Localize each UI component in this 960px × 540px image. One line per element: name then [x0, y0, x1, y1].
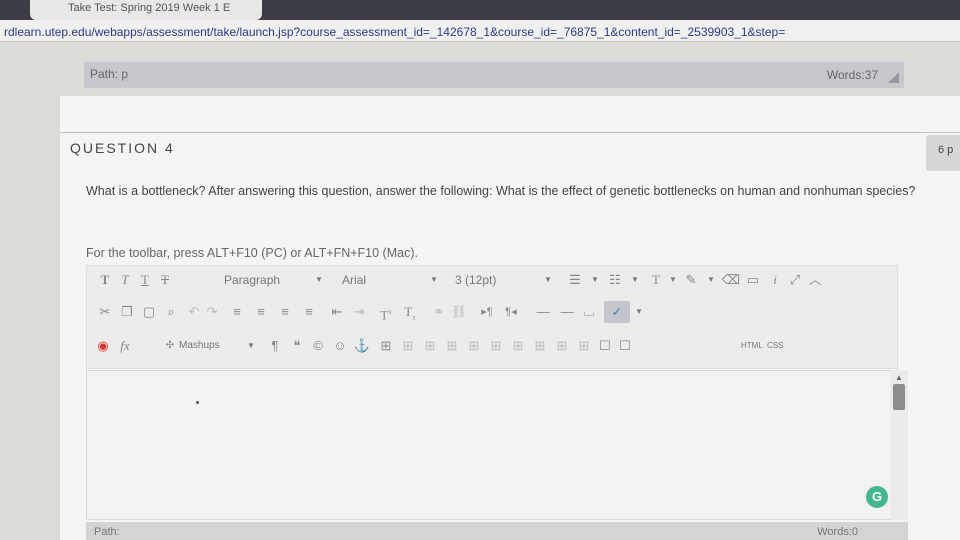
editor-toolbar: T T T T Paragraph ▼ Arial ▼ 3 (12pt) ▼ ☰…	[86, 265, 898, 369]
subscript-icon[interactable]: Tx	[399, 301, 421, 323]
nonbreaking-space-icon[interactable]: ⌴	[579, 301, 599, 323]
chevron-down-icon[interactable]: ▼	[544, 269, 552, 291]
indent-icon[interactable]: ⇥	[349, 301, 369, 323]
box-icon[interactable]: ☐	[597, 335, 613, 357]
chevron-down-icon[interactable]: ▼	[247, 335, 255, 357]
line-icon[interactable]: —	[557, 301, 577, 323]
spellcheck-icon[interactable]: ✓	[604, 301, 630, 323]
address-bar[interactable]: rdlearn.utep.edu/webapps/assessment/take…	[0, 20, 960, 42]
row-delete-icon[interactable]: ⊞	[465, 335, 483, 357]
paste-icon[interactable]: ▢	[139, 301, 159, 323]
browser-tab[interactable]: Take Test: Spring 2019 Week 1 E	[30, 0, 262, 20]
preview-icon[interactable]: ▭	[743, 269, 763, 291]
question-text: What is a bottleneck? After answering th…	[86, 184, 916, 198]
table-icon[interactable]: ⊞	[377, 335, 395, 357]
path-label: Path:	[94, 526, 120, 538]
collapse-icon[interactable]: ︿	[805, 269, 825, 291]
word-count: Words:37	[826, 68, 878, 82]
strikethrough-t-icon[interactable]: T	[157, 269, 173, 291]
split-cells-icon[interactable]: ⊞	[553, 335, 571, 357]
unlink-icon[interactable]: ⛓	[449, 301, 469, 323]
chevron-down-icon[interactable]: ▼	[315, 269, 323, 291]
info-icon[interactable]: i	[765, 269, 785, 291]
numbered-list-icon[interactable]: ☷	[605, 269, 625, 291]
emoticon-icon[interactable]: ☺	[331, 335, 349, 357]
align-right-icon[interactable]: ≡	[275, 301, 295, 323]
link-icon[interactable]: ⚭	[429, 301, 449, 323]
editor-scrollbar[interactable]: ▲	[890, 370, 908, 520]
css-button[interactable]: CSS	[767, 335, 783, 357]
mashups-icon[interactable]: ✣	[163, 335, 177, 357]
chevron-down-icon[interactable]: ▼	[430, 269, 438, 291]
chevron-down-icon[interactable]: ▼	[635, 301, 643, 323]
font-select[interactable]: Arial	[342, 269, 366, 291]
path-label: Path: p	[90, 67, 129, 81]
col-insert-before-icon[interactable]: ⊞	[487, 335, 505, 357]
anchor-icon[interactable]: ⚓	[353, 335, 371, 357]
toolbar-row-2: ✂ ❐ ▢ ⌕ ↶ ↷ ≡ ≡ ≡ ≡ ⇤ ⇥ Tx Tx ⚭ ⛓ ▸¶ ¶◂ …	[87, 301, 897, 327]
record-icon[interactable]: ◉	[95, 335, 111, 357]
blockquote-icon[interactable]: ❝	[289, 335, 305, 357]
toolbar-row-3: ◉ fx ✣ Mashups ▼ ¶ ❝ © ☺ ⚓ ⊞ ⊞ ⊞ ⊞ ⊞ ⊞ ⊞…	[87, 335, 897, 361]
italic-t-icon[interactable]: T	[117, 269, 133, 291]
math-formula-icon[interactable]: fx	[115, 335, 135, 357]
merge-cells-icon[interactable]: ⊞	[575, 335, 593, 357]
points-badge: 6 p	[926, 135, 960, 171]
mashups-select[interactable]: Mashups	[179, 335, 220, 357]
text-color-icon[interactable]: T	[647, 269, 665, 291]
fullscreen-icon[interactable]: ⤢	[785, 269, 805, 291]
answer-editor[interactable]	[86, 370, 908, 520]
chevron-down-icon[interactable]: ▼	[707, 269, 715, 291]
previous-editor-status-bar: Path: p Words:37	[84, 62, 904, 88]
divider	[60, 132, 960, 133]
copy-icon[interactable]: ❐	[117, 301, 137, 323]
size-select[interactable]: 3 (12pt)	[455, 269, 496, 291]
copyright-icon[interactable]: ©	[309, 335, 327, 357]
superscript-icon[interactable]: Tx	[375, 301, 397, 323]
question-title: QUESTION 4	[70, 140, 175, 156]
justify-icon[interactable]: ≡	[299, 301, 319, 323]
row-insert-before-icon[interactable]: ⊞	[421, 335, 439, 357]
bullet-list-icon[interactable]: ☰	[565, 269, 585, 291]
col-delete-icon[interactable]: ⊞	[531, 335, 549, 357]
bold-t-icon[interactable]: T	[97, 269, 113, 291]
browser-tab-strip: Take Test: Spring 2019 Week 1 E	[0, 0, 960, 20]
box-icon[interactable]: ☐	[617, 335, 633, 357]
grammarly-icon[interactable]: G	[866, 486, 888, 508]
word-count: Words:0	[817, 526, 858, 538]
cut-icon[interactable]: ✂	[95, 301, 115, 323]
scroll-up-icon[interactable]: ▲	[895, 373, 903, 382]
ltr-paragraph-icon[interactable]: ▸¶	[477, 301, 497, 323]
paragraph-mark-icon[interactable]: ¶	[267, 335, 283, 357]
html-button[interactable]: HTML	[741, 335, 763, 357]
horizontal-rule-icon[interactable]: —	[533, 301, 553, 323]
rtl-paragraph-icon[interactable]: ¶◂	[501, 301, 521, 323]
col-insert-after-icon[interactable]: ⊞	[509, 335, 527, 357]
editor-status-bar: Path: Words:0	[86, 522, 908, 540]
toolbar-hint: For the toolbar, press ALT+F10 (PC) or A…	[86, 246, 418, 260]
undo-icon[interactable]: ↶	[185, 301, 203, 323]
table-props-icon[interactable]: ⊞	[399, 335, 417, 357]
scroll-thumb[interactable]	[893, 384, 905, 410]
eraser-icon[interactable]: ⌫	[721, 269, 741, 291]
toolbar-row-1: T T T T Paragraph ▼ Arial ▼ 3 (12pt) ▼ ☰…	[87, 269, 897, 295]
align-center-icon[interactable]: ≡	[251, 301, 271, 323]
paragraph-select[interactable]: Paragraph	[224, 269, 280, 291]
underline-t-icon[interactable]: T	[137, 269, 153, 291]
chevron-down-icon[interactable]: ▼	[591, 269, 599, 291]
text-cursor	[196, 401, 199, 404]
row-insert-after-icon[interactable]: ⊞	[443, 335, 461, 357]
highlight-pen-icon[interactable]: ✎	[681, 269, 701, 291]
search-icon[interactable]: ⌕	[161, 301, 181, 323]
redo-icon[interactable]: ↷	[203, 301, 221, 323]
resize-grip-icon[interactable]	[886, 70, 900, 84]
align-left-icon[interactable]: ≡	[227, 301, 247, 323]
outdent-icon[interactable]: ⇤	[327, 301, 347, 323]
chevron-down-icon[interactable]: ▼	[631, 269, 639, 291]
chevron-down-icon[interactable]: ▼	[669, 269, 677, 291]
